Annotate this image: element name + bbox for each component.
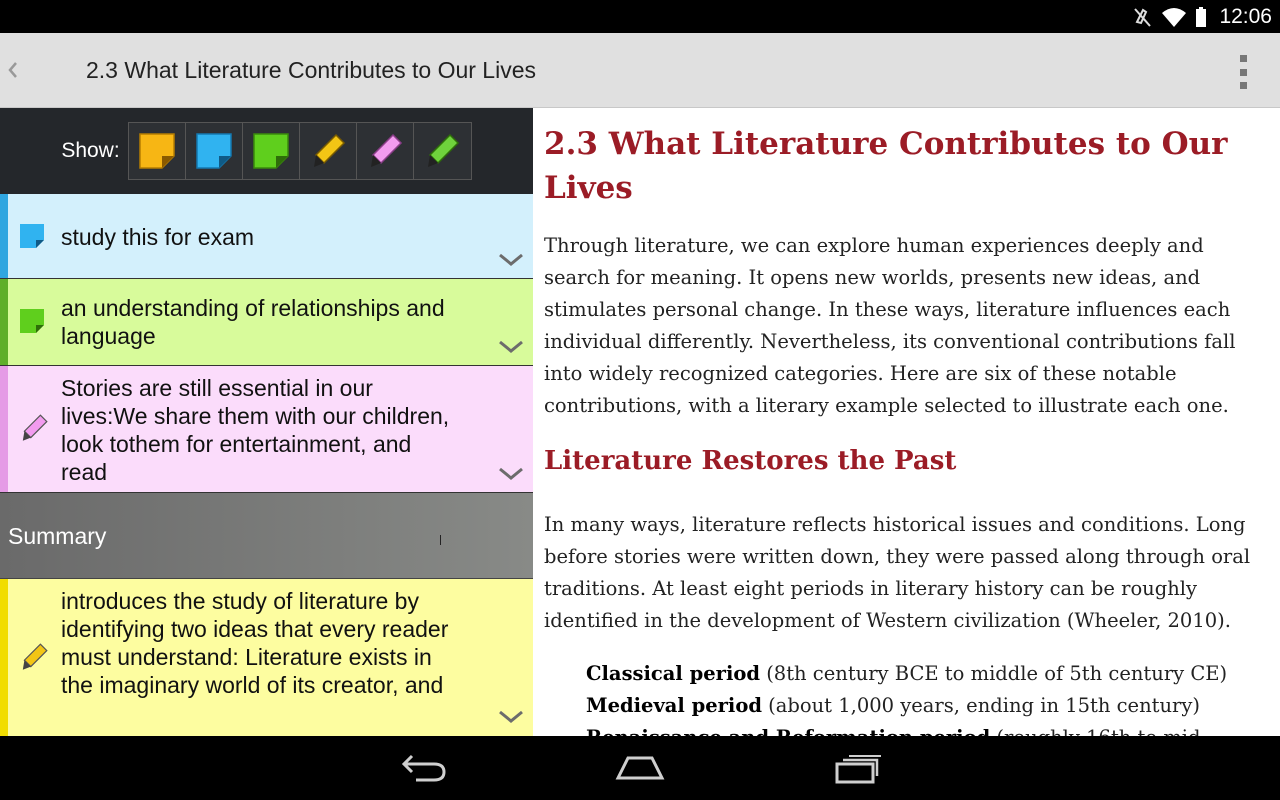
pink-highlight-filter[interactable] — [356, 123, 414, 179]
summary-header[interactable]: Summary — [0, 493, 533, 579]
period-name: Classical period — [586, 662, 760, 685]
yellow-note-filter[interactable] — [128, 123, 186, 179]
navigation-bar — [0, 736, 1280, 800]
note-text: introduces the study of literature by id… — [61, 588, 449, 698]
page-title: 2.3 What Literature Contributes to Our L… — [86, 57, 536, 83]
sticky-note-icon — [138, 133, 175, 169]
section-heading: Literature Restores the Past — [544, 446, 957, 476]
show-label: Show: — [61, 139, 120, 162]
chevron-down-icon[interactable] — [497, 464, 525, 482]
period-item: Classical period (8th century BCE to mid… — [586, 658, 1276, 690]
filter-bar: Show: — [0, 108, 533, 194]
period-list: Classical period (8th century BCE to mid… — [586, 658, 1276, 736]
status-time: 12:06 — [1219, 4, 1272, 28]
reader-content[interactable]: 2.3 What Literature Contributes to Our L… — [533, 108, 1280, 736]
note-item[interactable]: an understanding of relationships and la… — [0, 279, 533, 366]
note-color-stripe — [0, 366, 8, 492]
note-item[interactable]: study this for exam — [0, 194, 533, 279]
sticky-note-icon — [252, 133, 289, 169]
blue-note-filter[interactable] — [185, 123, 243, 179]
chevron-down-icon[interactable] — [497, 337, 525, 355]
chevron-down-icon[interactable] — [497, 250, 525, 268]
back-icon[interactable] — [398, 750, 450, 786]
sticky-note-icon — [20, 224, 44, 248]
period-detail: (about 1,000 years, ending in 15th centu… — [761, 694, 1200, 717]
action-bar: 2.3 What Literature Contributes to Our L… — [0, 33, 1280, 108]
period-detail: (8th century BCE to middle of 5th centur… — [760, 662, 1228, 685]
section-paragraph: In many ways, literature reflects histor… — [544, 513, 1251, 632]
highlighter-icon — [22, 643, 48, 670]
chapter-heading: 2.3 What Literature Contributes to Our L… — [544, 126, 1228, 206]
note-color-stripe — [0, 579, 8, 736]
home-icon[interactable] — [614, 750, 666, 786]
status-bar: 12:06 — [0, 0, 1280, 33]
intro-paragraph: Through literature, we can explore human… — [544, 234, 1236, 417]
text-cursor — [440, 535, 441, 545]
period-detail: (roughly 16th to mid — [990, 726, 1200, 736]
sticky-note-icon — [195, 133, 232, 169]
note-item[interactable]: Stories are still essential in our lives… — [0, 366, 533, 493]
filter-buttons — [127, 122, 472, 180]
green-note-filter[interactable] — [242, 123, 300, 179]
highlighter-icon — [370, 133, 402, 167]
note-color-stripe — [0, 194, 8, 278]
notes-panel: Show: study this for exam an understandi… — [0, 108, 533, 736]
yellow-highlight-filter[interactable] — [299, 123, 357, 179]
overflow-menu-icon[interactable] — [1236, 55, 1250, 89]
highlighter-icon — [22, 414, 48, 441]
summary-label: Summary — [8, 523, 107, 549]
chevron-left-icon[interactable] — [4, 57, 20, 83]
period-name: Renaissance and Reformation period — [586, 726, 990, 736]
note-text: study this for exam — [61, 224, 255, 250]
period-item: Renaissance and Reformation period (roug… — [586, 722, 1276, 736]
note-item[interactable]: introduces the study of literature by id… — [0, 579, 533, 736]
note-color-stripe — [0, 279, 8, 365]
highlighter-icon — [313, 133, 345, 167]
wifi-icon — [1162, 7, 1187, 27]
note-text: an understanding of relationships and la… — [61, 295, 445, 349]
battery-icon — [1196, 6, 1207, 27]
chevron-down-icon[interactable] — [497, 707, 525, 725]
highlighter-icon — [428, 133, 460, 167]
note-text: Stories are still essential in our lives… — [61, 375, 450, 485]
period-item: Medieval period (about 1,000 years, endi… — [586, 690, 1276, 722]
mute-icon — [1134, 7, 1152, 27]
period-name: Medieval period — [586, 694, 762, 717]
recent-apps-icon[interactable] — [831, 750, 883, 786]
sticky-note-icon — [20, 309, 44, 333]
green-highlight-filter[interactable] — [413, 123, 471, 179]
status-icons: 12:06 — [1133, 0, 1272, 33]
